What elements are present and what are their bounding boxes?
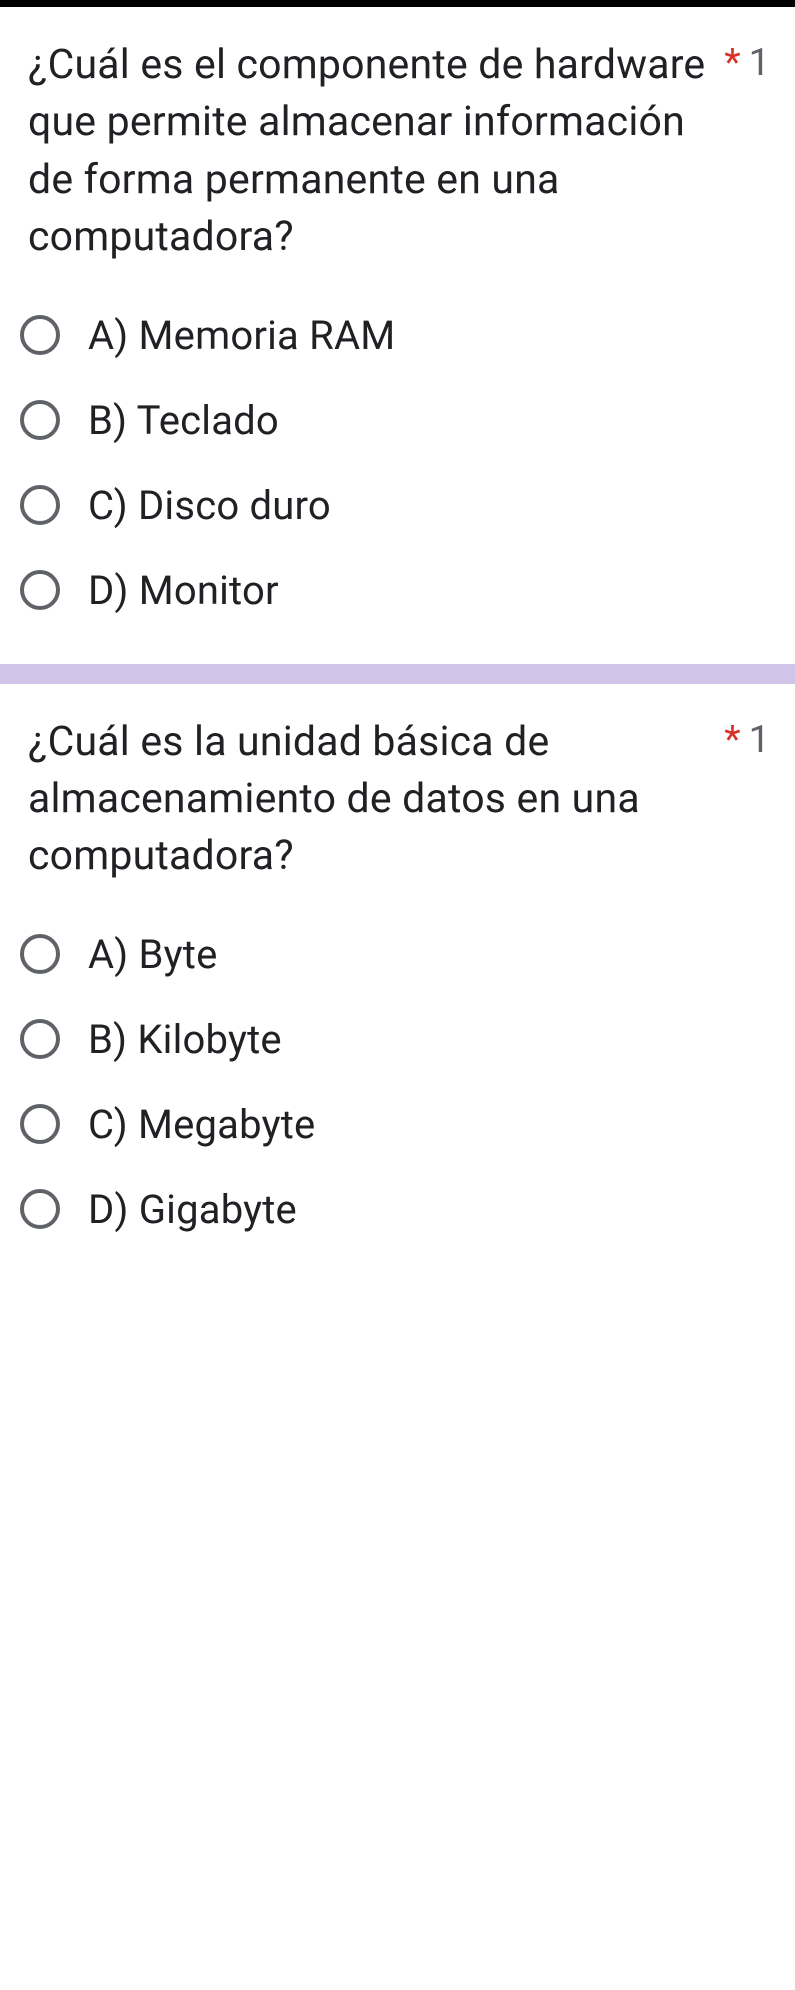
- radio-icon: [20, 400, 60, 440]
- question-text: ¿Cuál es el componente de hardware que p…: [20, 37, 709, 267]
- option-d[interactable]: D) Monitor: [20, 567, 770, 614]
- option-label: A) Byte: [88, 931, 218, 978]
- option-label: D) Monitor: [88, 567, 279, 614]
- option-b[interactable]: B) Kilobyte: [20, 1016, 770, 1063]
- option-label: C) Megabyte: [88, 1101, 315, 1148]
- required-points: * 1: [724, 714, 770, 762]
- question-header: ¿Cuál es la unidad básica de almacenamie…: [20, 714, 770, 886]
- option-d[interactable]: D) Gigabyte: [20, 1186, 770, 1233]
- option-c[interactable]: C) Megabyte: [20, 1101, 770, 1148]
- top-bar: [0, 0, 795, 7]
- card-separator: [0, 664, 795, 684]
- option-c[interactable]: C) Disco duro: [20, 482, 770, 529]
- points-label: 1: [749, 718, 770, 762]
- option-a[interactable]: A) Byte: [20, 931, 770, 978]
- option-label: C) Disco duro: [88, 482, 331, 529]
- option-label: A) Memoria RAM: [88, 312, 395, 359]
- radio-icon: [20, 570, 60, 610]
- option-a[interactable]: A) Memoria RAM: [20, 312, 770, 359]
- options-group: A) Byte B) Kilobyte C) Megabyte D) Gigab…: [20, 931, 770, 1233]
- question-card-2: ¿Cuál es la unidad básica de almacenamie…: [0, 684, 795, 1273]
- question-header: ¿Cuál es el componente de hardware que p…: [20, 37, 770, 267]
- radio-icon: [20, 1104, 60, 1144]
- radio-icon: [20, 1019, 60, 1059]
- question-text: ¿Cuál es la unidad básica de almacenamie…: [20, 714, 709, 886]
- option-b[interactable]: B) Teclado: [20, 397, 770, 444]
- option-label: B) Kilobyte: [88, 1016, 282, 1063]
- points-label: 1: [749, 41, 770, 85]
- radio-icon: [20, 1189, 60, 1229]
- question-card-1: ¿Cuál es el componente de hardware que p…: [0, 7, 795, 654]
- required-mark-icon: *: [724, 718, 740, 762]
- radio-icon: [20, 485, 60, 525]
- radio-icon: [20, 934, 60, 974]
- required-points: * 1: [724, 37, 770, 85]
- required-mark-icon: *: [724, 41, 740, 85]
- radio-icon: [20, 315, 60, 355]
- options-group: A) Memoria RAM B) Teclado C) Disco duro …: [20, 312, 770, 614]
- option-label: D) Gigabyte: [88, 1186, 297, 1233]
- option-label: B) Teclado: [88, 397, 279, 444]
